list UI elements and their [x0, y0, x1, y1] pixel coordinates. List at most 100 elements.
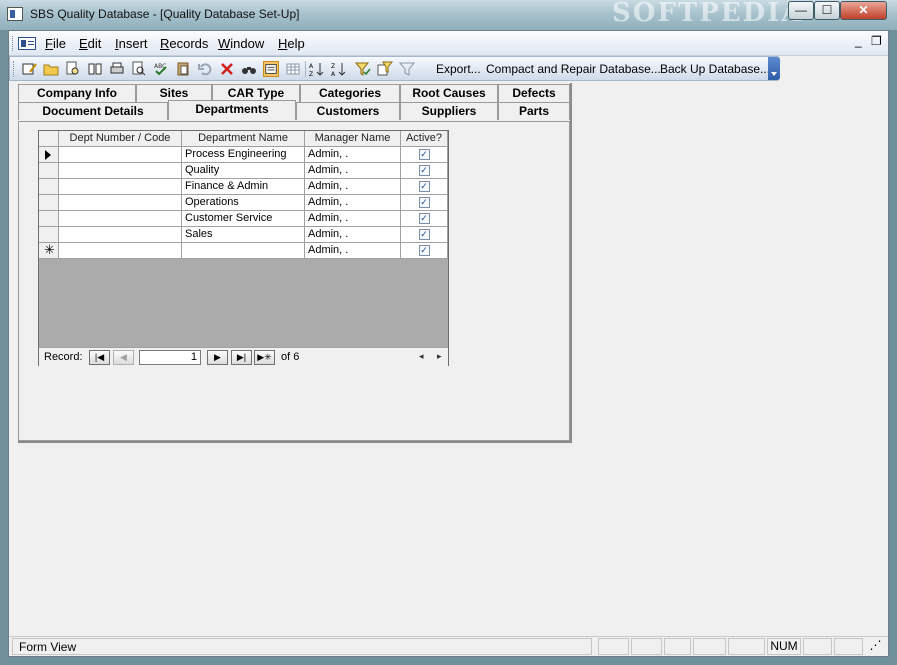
close-button[interactable]: ✕: [840, 1, 887, 20]
last-record-button[interactable]: ▶|: [231, 350, 252, 365]
minimize-button[interactable]: —: [788, 1, 814, 20]
delete-record-icon[interactable]: [219, 61, 235, 77]
department-name-cell[interactable]: Process Engineering: [182, 147, 305, 163]
table-row: Operations Admin, . ✓: [39, 195, 448, 211]
tab-defects[interactable]: Defects: [498, 84, 570, 102]
tab-customers[interactable]: Customers: [296, 102, 400, 120]
undo-icon[interactable]: [197, 61, 213, 77]
dept-code-cell[interactable]: [59, 227, 182, 243]
scroll-right-arrow-icon[interactable]: ▸: [437, 351, 442, 362]
spelling-icon[interactable]: ABC: [153, 61, 169, 77]
active-checkbox[interactable]: ✓: [418, 229, 430, 240]
manager-name-cell[interactable]: Admin, .: [305, 243, 401, 259]
tab-suppliers[interactable]: Suppliers: [400, 102, 498, 120]
manager-name-cell[interactable]: Admin, .: [305, 179, 401, 195]
department-name-cell[interactable]: Sales: [182, 227, 305, 243]
form-view-icon[interactable]: [263, 61, 279, 77]
mdi-restore-button[interactable]: ❐: [871, 34, 882, 48]
watermark-logo: SOFTPEDIA: [612, 0, 804, 28]
record-selector[interactable]: [39, 163, 59, 179]
new-record-button[interactable]: ▶✳: [254, 350, 275, 365]
toolbar-grip-handle[interactable]: [13, 61, 16, 77]
column-header-dept-code[interactable]: Dept Number / Code: [59, 131, 182, 147]
apply-filter-icon[interactable]: [399, 61, 415, 77]
status-indicator-cell: [664, 638, 691, 655]
record-selector[interactable]: [39, 195, 59, 211]
maximize-button[interactable]: ☐: [814, 1, 840, 20]
dept-code-cell[interactable]: [59, 243, 182, 259]
backup-database-button[interactable]: Back Up Database...: [660, 62, 770, 76]
menu-insert[interactable]: Insert: [115, 36, 148, 51]
record-selector[interactable]: [39, 179, 59, 195]
select-all-corner[interactable]: [39, 131, 59, 147]
tab-categories[interactable]: Categories: [300, 84, 400, 102]
record-selector[interactable]: [39, 227, 59, 243]
manager-name-cell[interactable]: Admin, .: [305, 211, 401, 227]
next-record-button[interactable]: ▶: [207, 350, 228, 365]
filter-by-form-icon[interactable]: [377, 61, 393, 77]
form-document-icon[interactable]: [18, 37, 36, 50]
active-checkbox[interactable]: ✓: [418, 245, 430, 256]
export-button[interactable]: Export...: [436, 62, 481, 76]
menu-help[interactable]: Help: [278, 36, 305, 51]
active-checkbox[interactable]: ✓: [418, 213, 430, 224]
resize-grip-icon[interactable]: ⋰: [865, 638, 886, 655]
paste-icon[interactable]: [175, 61, 191, 77]
department-name-cell[interactable]: Finance & Admin: [182, 179, 305, 195]
department-name-cell[interactable]: Customer Service: [182, 211, 305, 227]
dept-code-cell[interactable]: [59, 195, 182, 211]
dept-code-cell[interactable]: [59, 147, 182, 163]
menu-grip-handle[interactable]: [12, 36, 15, 51]
dept-code-cell[interactable]: [59, 163, 182, 179]
previous-record-button[interactable]: ◀: [113, 350, 134, 365]
active-checkbox[interactable]: ✓: [418, 149, 430, 160]
scroll-left-arrow-icon[interactable]: ◂: [419, 351, 424, 362]
record-selector-new[interactable]: ✳: [39, 243, 59, 259]
department-name-cell[interactable]: [182, 243, 305, 259]
print-preview-icon[interactable]: [131, 61, 147, 77]
department-name-cell[interactable]: Operations: [182, 195, 305, 211]
sort-ascending-icon[interactable]: AZ: [309, 61, 325, 77]
open-folder-icon[interactable]: [43, 61, 59, 77]
tab-company-info[interactable]: Company Info: [18, 84, 136, 102]
dept-code-cell[interactable]: [59, 211, 182, 227]
manager-name-cell[interactable]: Admin, .: [305, 163, 401, 179]
department-name-cell[interactable]: Quality: [182, 163, 305, 179]
book-icon[interactable]: [87, 61, 103, 77]
menu-edit[interactable]: Edit: [79, 36, 101, 51]
compact-repair-button[interactable]: Compact and Repair Database...: [486, 62, 661, 76]
record-selector-current[interactable]: [39, 147, 59, 163]
filter-by-selection-icon[interactable]: [355, 61, 371, 77]
menu-records[interactable]: Records: [160, 36, 208, 51]
current-record-input[interactable]: 1: [139, 350, 201, 365]
manager-name-cell[interactable]: Admin, .: [305, 195, 401, 211]
column-header-manager-name[interactable]: Manager Name: [305, 131, 401, 147]
print-icon[interactable]: [109, 61, 125, 77]
mdi-minimize-button[interactable]: _: [855, 34, 862, 48]
active-checkbox[interactable]: ✓: [418, 165, 430, 176]
menu-file[interactable]: File: [45, 36, 66, 51]
tab-document-details[interactable]: Document Details: [18, 102, 168, 120]
active-checkbox[interactable]: ✓: [418, 181, 430, 192]
sort-descending-icon[interactable]: ZA: [331, 61, 347, 77]
column-header-department-name[interactable]: Department Name: [182, 131, 305, 147]
active-checkbox[interactable]: ✓: [418, 197, 430, 208]
design-view-icon[interactable]: [21, 61, 37, 77]
app-icon[interactable]: [7, 7, 23, 21]
tab-departments[interactable]: Departments: [168, 100, 296, 120]
departments-datasheet: Dept Number / Code Department Name Manag…: [38, 130, 449, 366]
find-binoculars-icon[interactable]: [241, 61, 257, 77]
departments-tab-panel: Dept Number / Code Department Name Manag…: [18, 121, 570, 441]
first-record-button[interactable]: |◀: [89, 350, 110, 365]
manager-name-cell[interactable]: Admin, .: [305, 147, 401, 163]
tab-parts[interactable]: Parts: [498, 102, 570, 120]
column-header-active[interactable]: Active?: [401, 131, 448, 147]
record-selector[interactable]: [39, 211, 59, 227]
dept-code-cell[interactable]: [59, 179, 182, 195]
toolbar-options-chevron-icon[interactable]: [768, 57, 780, 80]
tab-root-causes[interactable]: Root Causes: [400, 84, 498, 102]
manager-name-cell[interactable]: Admin, .: [305, 227, 401, 243]
file-search-icon[interactable]: [65, 61, 81, 77]
menu-window[interactable]: Window: [218, 36, 264, 51]
datasheet-view-icon[interactable]: [285, 61, 301, 77]
